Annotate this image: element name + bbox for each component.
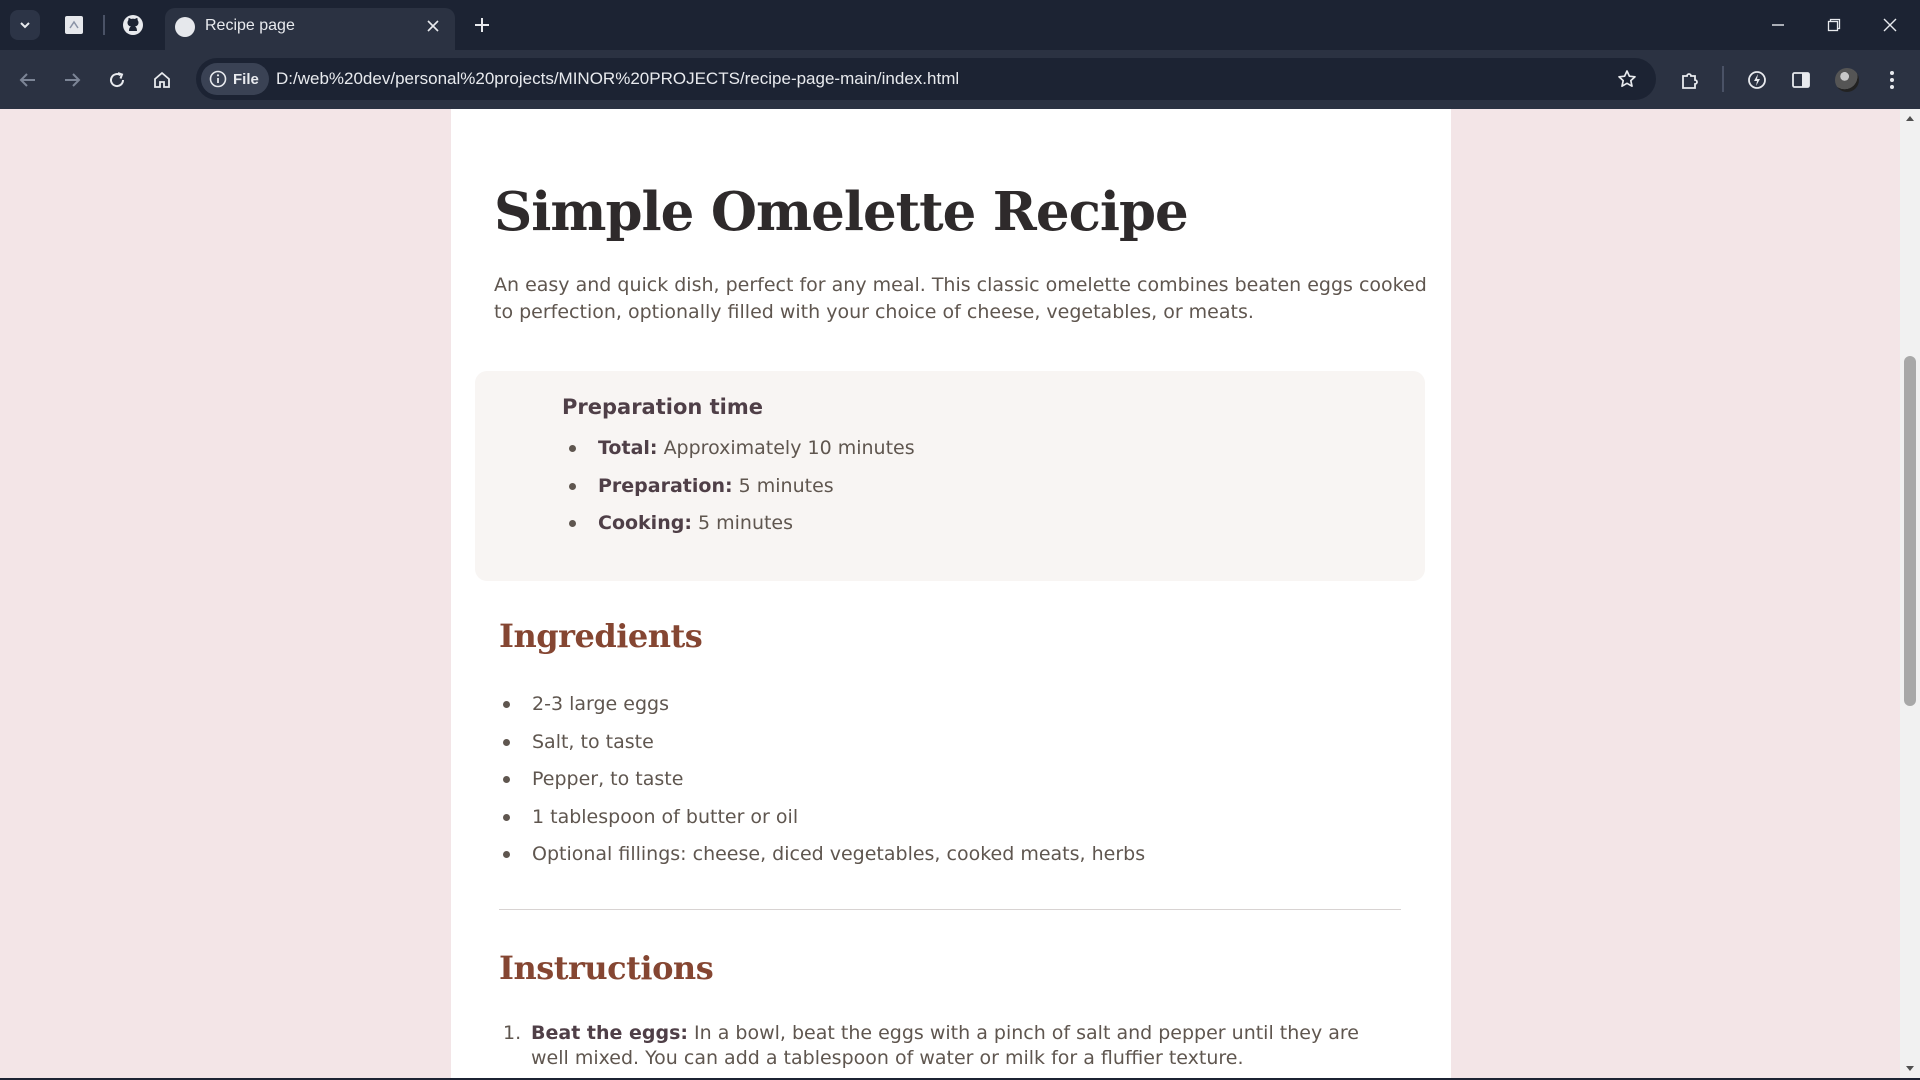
list-item: Optional fillings: cheese, diced vegetab… (499, 841, 1145, 879)
bullet-icon (503, 738, 510, 746)
page-favicon-icon (175, 17, 195, 37)
profile-button[interactable] (1831, 64, 1863, 96)
back-button[interactable] (12, 64, 44, 96)
restore-button[interactable] (1812, 8, 1856, 42)
plus-icon (475, 18, 489, 32)
close-icon (1883, 18, 1897, 32)
url-text[interactable]: D:/web%20dev/personal%20projects/MINOR%2… (276, 69, 959, 89)
reload-icon (110, 72, 125, 88)
tab-title: Recipe page (205, 17, 295, 34)
list-item: Preparation: 5 minutes (565, 473, 915, 511)
app-favicon-icon (65, 16, 83, 34)
bullet-icon (503, 813, 510, 821)
info-icon (209, 70, 227, 88)
scroll-up-button[interactable] (1904, 112, 1916, 124)
bookmark-button[interactable] (1612, 64, 1642, 94)
reload-button[interactable] (101, 64, 133, 96)
ingredients-list: 2-3 large eggs Salt, to taste Pepper, to… (499, 691, 1145, 879)
github-icon (123, 15, 143, 35)
bullet-icon (569, 445, 576, 452)
home-icon (154, 71, 170, 88)
bullet-icon (569, 482, 576, 490)
page-viewport: Simple Omelette Recipe An easy and quick… (0, 109, 1900, 1078)
prep-value: 5 minutes (738, 474, 834, 497)
preparation-list: Total: Approximately 10 minutes Preparat… (565, 435, 915, 548)
ingredients-heading: Ingredients (499, 617, 703, 655)
list-item: 1. Beat the eggs: In a bowl, beat the eg… (499, 1021, 1399, 1071)
tab-separator (103, 15, 105, 35)
tab-search-button[interactable] (10, 10, 40, 40)
close-icon (427, 20, 439, 32)
star-icon (1618, 70, 1636, 88)
puzzle-icon (1682, 73, 1698, 89)
recipe-intro: An easy and quick dish, perfect for any … (494, 274, 1427, 323)
bullet-icon (503, 701, 510, 708)
prep-value: 5 minutes (697, 512, 794, 534)
home-button[interactable] (146, 64, 178, 96)
preparation-heading: Preparation time (562, 395, 764, 419)
list-item: 1 tablespoon of butter or oil (499, 804, 1145, 842)
tab-close-button[interactable] (421, 14, 445, 38)
browser-toolbar: File D:/web%20dev/personal%20projects/MI… (0, 50, 1920, 109)
avatar (1835, 68, 1859, 92)
window-close-button[interactable] (1868, 8, 1912, 42)
recipe-card: Simple Omelette Recipe An easy and quick… (451, 109, 1451, 1078)
triangle-up-icon (1906, 116, 1914, 121)
pinned-tab-app[interactable] (61, 12, 87, 38)
bullet-icon (503, 776, 510, 783)
prep-label: Total: (598, 437, 658, 459)
ingredient-text: Salt, to taste (532, 730, 654, 753)
vertical-scrollbar[interactable] (1900, 109, 1920, 1078)
list-item: 2-3 large eggs (499, 691, 1145, 729)
ingredient-text: 1 tablespoon of butter or oil (532, 805, 799, 828)
section-divider (499, 909, 1401, 910)
restore-icon (1827, 18, 1841, 32)
performance-icon (1748, 71, 1766, 89)
chevron-down-icon (20, 22, 30, 29)
ingredient-text: 2-3 large eggs (532, 693, 669, 715)
list-item: Total: Approximately 10 minutes (565, 435, 915, 473)
new-tab-button[interactable] (468, 11, 496, 39)
browser-menu-button[interactable] (1876, 64, 1908, 96)
triangle-down-icon (1906, 1066, 1914, 1071)
prep-value: Approximately 10 minutes (663, 437, 915, 459)
scheme-label: File (233, 70, 259, 88)
extensions-button[interactable] (1674, 64, 1706, 96)
scroll-down-button[interactable] (1904, 1063, 1916, 1075)
preparation-time-box: Preparation time Total: Approximately 10… (475, 371, 1425, 581)
list-item: Pepper, to taste (499, 766, 1145, 804)
side-panel-button[interactable] (1785, 64, 1817, 96)
bullet-icon (569, 520, 576, 527)
minimize-button[interactable] (1756, 8, 1800, 42)
bullet-icon (503, 851, 510, 858)
site-info-chip[interactable]: File (201, 63, 269, 95)
ingredient-text: Optional fillings: cheese, diced vegetab… (532, 843, 1146, 865)
performance-button[interactable] (1741, 64, 1773, 96)
prep-label: Preparation: (598, 474, 733, 497)
tab-strip: Recipe page (0, 0, 1920, 50)
arrow-left-icon (19, 73, 35, 87)
side-panel-icon (1792, 72, 1810, 88)
forward-button[interactable] (56, 64, 88, 96)
ingredient-text: Pepper, to taste (532, 768, 684, 790)
page-title: Simple Omelette Recipe (494, 181, 1189, 243)
arrow-right-icon (65, 73, 81, 87)
tab-recipe-page[interactable]: Recipe page (165, 8, 455, 50)
instructions-list: 1. Beat the eggs: In a bowl, beat the eg… (499, 1021, 1399, 1071)
instructions-heading: Instructions (499, 949, 714, 987)
step-number: 1. (503, 1022, 522, 1044)
scrollbar-thumb[interactable] (1904, 356, 1916, 706)
kebab-menu-icon (1890, 71, 1894, 89)
list-item: Cooking: 5 minutes (565, 510, 915, 548)
minimize-icon (1772, 24, 1784, 26)
step-label: Beat the eggs: (531, 1022, 688, 1044)
toolbar-separator (1722, 66, 1724, 92)
pinned-tab-github[interactable] (120, 12, 146, 38)
address-bar[interactable]: File D:/web%20dev/personal%20projects/MI… (196, 58, 1656, 100)
list-item: Salt, to taste (499, 729, 1145, 767)
prep-label: Cooking: (598, 512, 692, 534)
